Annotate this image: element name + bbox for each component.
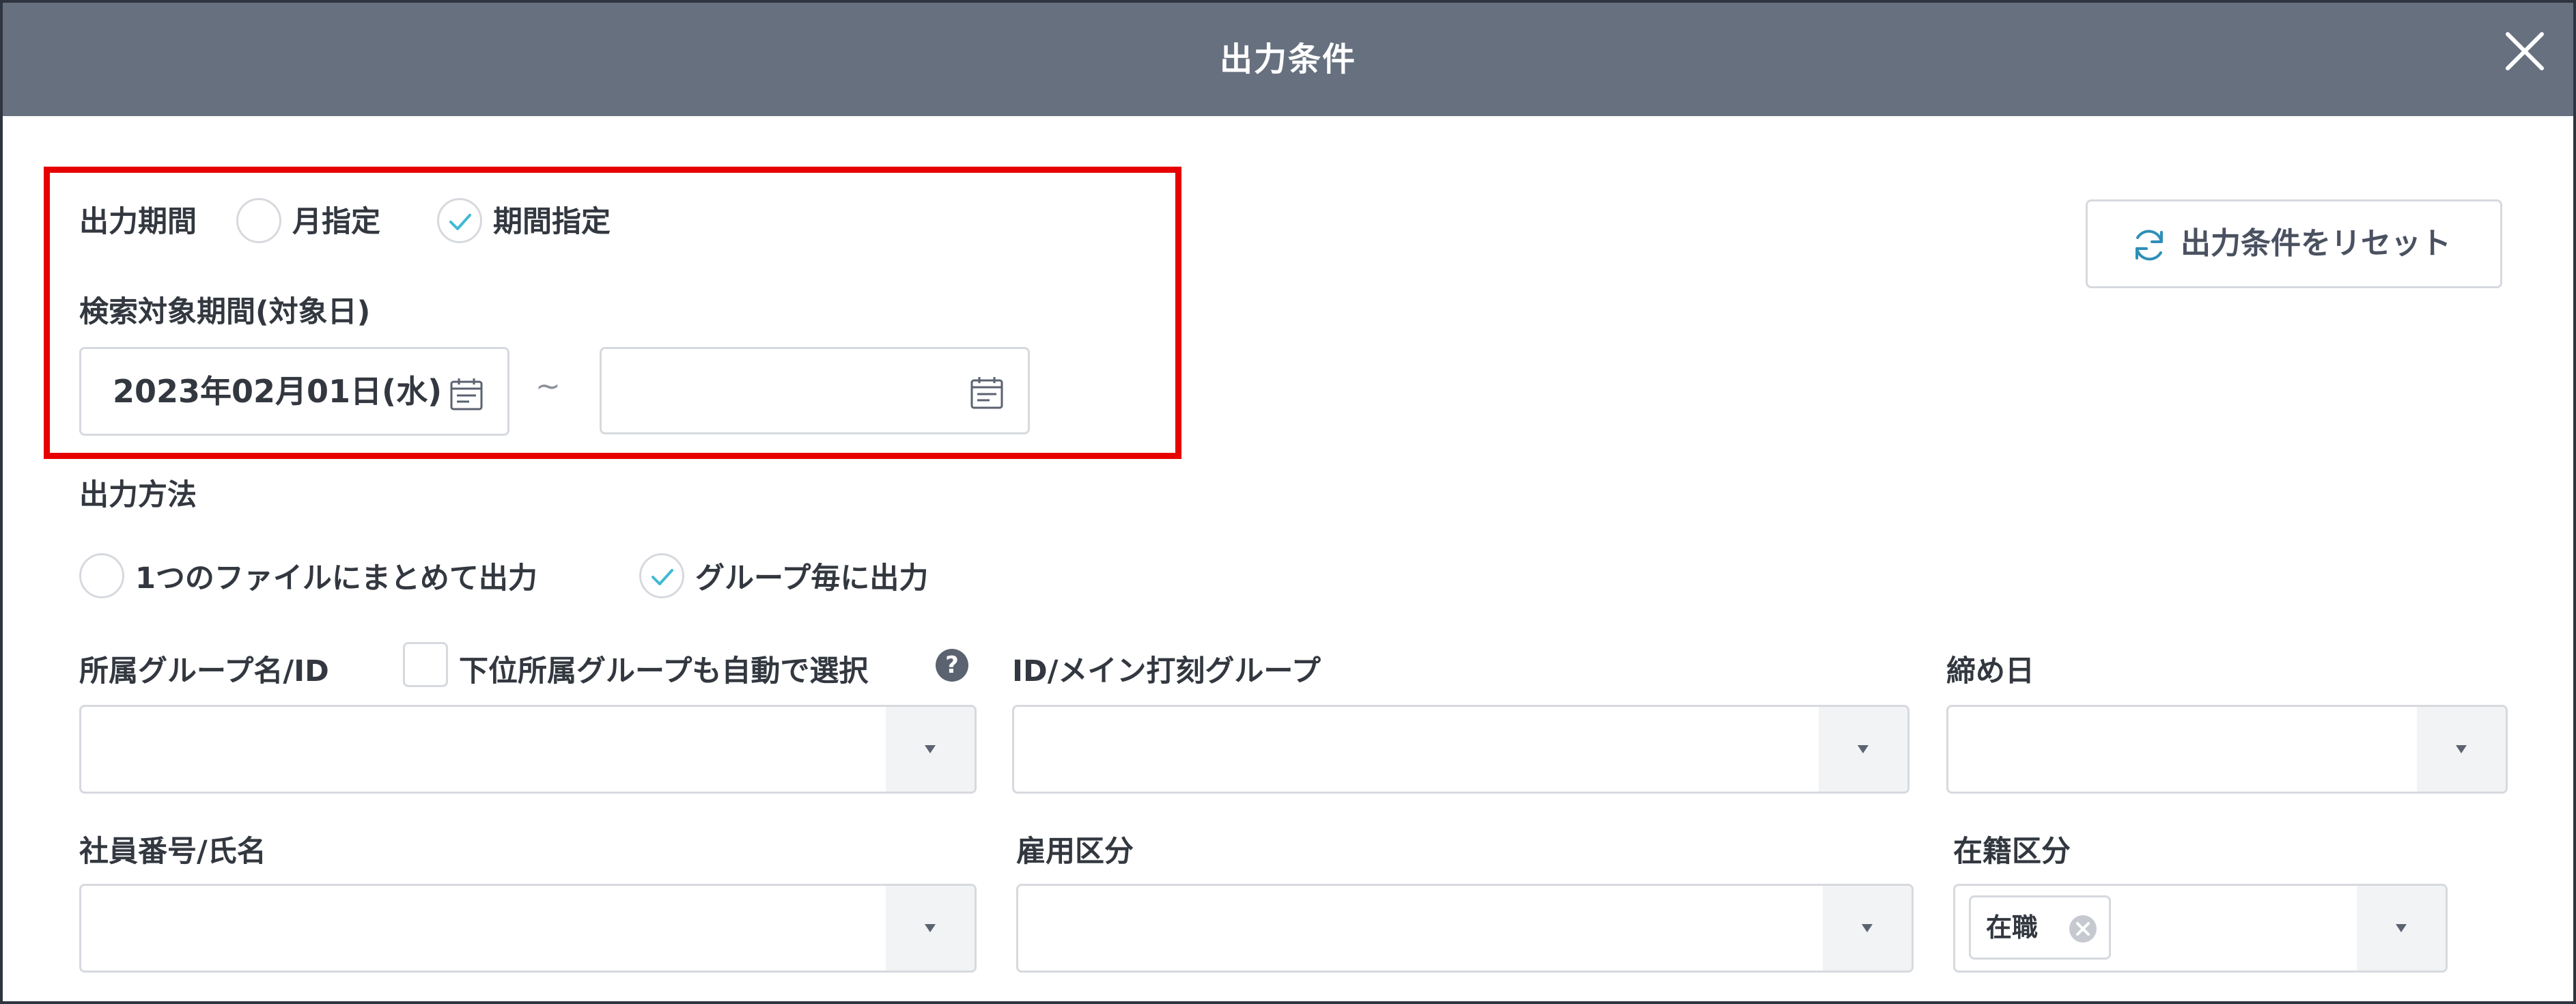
caret-down-icon — [925, 924, 936, 932]
group-select[interactable] — [79, 705, 977, 794]
dialog-title: 出力条件 — [1219, 40, 1356, 79]
caret-down-icon — [2396, 924, 2407, 932]
enrollment-tag: 在職 — [1969, 895, 2111, 960]
dialog-frame — [0, 0, 2576, 1004]
closing-day-select[interactable] — [1946, 705, 2508, 794]
caret-down-icon — [1862, 924, 1873, 932]
caret-down-icon — [925, 745, 936, 753]
radio-single-file-label[interactable]: 1つのファイルにまとめて出力 — [135, 555, 537, 597]
remove-tag-icon[interactable] — [2068, 914, 2098, 944]
check-icon — [652, 569, 673, 585]
auto-select-checkbox[interactable] — [403, 642, 448, 687]
caret-down-icon — [1858, 745, 1868, 753]
employment-type-select[interactable] — [1016, 884, 1914, 973]
group-label: 所属グループ名/ID — [79, 654, 329, 688]
output-method-label: 出力方法 — [79, 478, 197, 512]
employment-type-label: 雇用区分 — [1016, 835, 1134, 869]
highlight-box — [44, 167, 1181, 459]
main-clock-group-label: ID/メイン打刻グループ — [1012, 654, 1321, 688]
dropdown-button[interactable] — [2417, 707, 2506, 792]
caret-down-icon — [2456, 745, 2467, 753]
help-icon[interactable]: ? — [936, 649, 968, 682]
close-icon — [2506, 32, 2544, 70]
enrollment-select[interactable]: 在職 — [1953, 884, 2448, 973]
main-clock-group-select[interactable] — [1012, 705, 1909, 794]
dropdown-button[interactable] — [886, 707, 975, 792]
radio-single-file[interactable] — [79, 553, 124, 598]
radio-per-group[interactable] — [639, 553, 684, 598]
enrollment-label: 在籍区分 — [1953, 835, 2071, 869]
reset-button[interactable]: 出力条件をリセット — [2086, 199, 2502, 288]
auto-select-label[interactable]: 下位所属グループも自動で選択 — [459, 647, 868, 690]
refresh-icon — [2136, 229, 2163, 261]
radio-per-group-label[interactable]: グループ毎に出力 — [695, 555, 928, 597]
close-button[interactable] — [2501, 27, 2549, 75]
employee-label: 社員番号/氏名 — [79, 835, 266, 869]
employee-select[interactable] — [79, 884, 977, 973]
dropdown-button[interactable] — [886, 886, 975, 971]
dropdown-button[interactable] — [1819, 707, 1907, 792]
dropdown-button[interactable] — [1823, 886, 1912, 971]
enrollment-tag-label: 在職 — [1986, 912, 2039, 943]
dialog-header: 出力条件 — [3, 3, 2573, 116]
closing-day-label: 締め日 — [1946, 654, 2034, 688]
reset-button-label: 出力条件をリセット — [2181, 226, 2451, 261]
dropdown-button[interactable] — [2357, 886, 2446, 971]
